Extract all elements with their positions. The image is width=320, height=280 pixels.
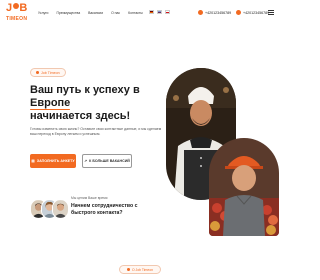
about-pill-label: О Job Timeon [131,267,154,272]
avatar [52,199,69,219]
contact-question[interactable]: Начнем сотрудничество с быстрого контакт… [71,203,143,216]
logo-subtitle: TIMEON [6,16,28,22]
flag-cz-icon[interactable] [165,10,170,14]
fill-form-button[interactable]: ▤ ЗАПОЛНИТЬ АНКЕТУ [30,154,76,168]
site-header: JB TIMEON Услуги Преимущества Вакансии О… [0,0,280,28]
contact-lead: Мы ценим Ваше время [71,196,108,200]
phone-icon [236,10,241,15]
title-highlight: Европе [30,97,71,109]
phone-number-1: +420123456789 [205,10,232,15]
nav-about[interactable]: О нас [111,11,120,15]
team-avatars [30,199,69,219]
more-vacancies-button[interactable]: ↗ К БОЛЬШЕ ВАКАНСИЙ [82,154,132,168]
phone-number-2: +420123456789 [243,10,270,15]
about-pill: О Job Timeon [119,265,161,274]
hero-title: Ваш путь к успеху в Европе начинается зд… [30,84,165,123]
title-part-2: начинается здесь! [30,110,131,122]
fill-form-label: ЗАПОЛНИТЬ АНКЕТУ [36,159,75,163]
hero-subtitle: Готовы изменить свою жизнь? Оставьте сво… [30,127,162,136]
arrow-icon: ↗ [84,159,88,163]
badge-label: Job Timeon [41,70,60,75]
title-part-1: Ваш путь к успеху в [30,84,140,96]
language-switcher [149,10,170,14]
phone-icon [198,10,203,15]
nav-vacancies[interactable]: Вакансии [88,11,103,15]
nav-contacts[interactable]: Контакты [128,11,143,15]
pill-dot-icon [126,268,130,271]
more-vacancies-label: К БОЛЬШЕ ВАКАНСИЙ [89,159,130,163]
page: JB TIMEON Услуги Преимущества Вакансии О… [0,0,280,280]
phone-link-1[interactable]: +420123456789 [198,10,231,15]
phone-link-2[interactable]: +420123456789 [236,10,269,15]
menu-icon[interactable] [268,10,274,15]
logo-wordmark: JB [6,2,28,14]
nav-services[interactable]: Услуги [38,11,48,15]
flag-de-icon[interactable] [149,10,154,14]
hero-badge: Job Timeon [30,68,66,77]
logo[interactable]: JB TIMEON [6,3,32,25]
badge-dot-icon [36,71,39,74]
document-icon: ▤ [31,159,35,163]
main-nav: Услуги Преимущества Вакансии О нас Конта… [38,11,143,15]
worker-photo [209,138,279,236]
quick-contact[interactable]: Мы ценим Ваше время Начнем сотрудничеств… [30,195,165,225]
nav-advantages[interactable]: Преимущества [56,11,80,15]
flag-ru-icon[interactable] [157,10,162,14]
